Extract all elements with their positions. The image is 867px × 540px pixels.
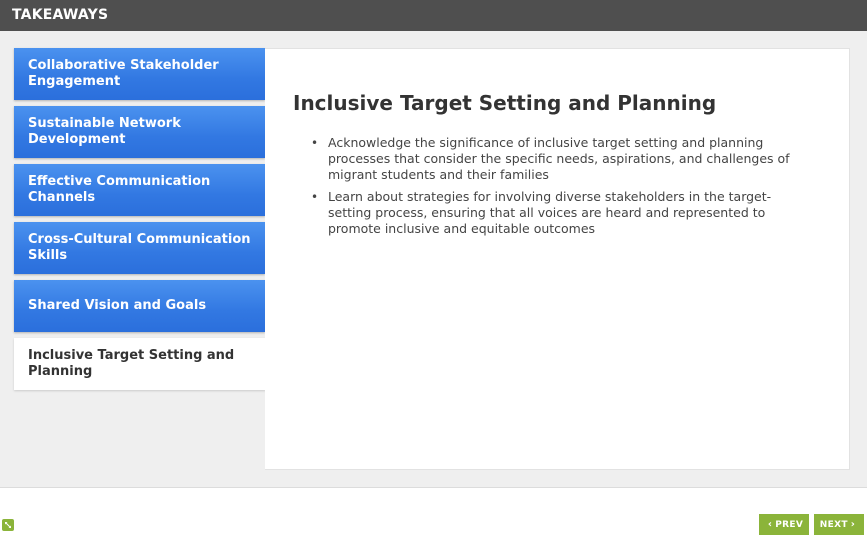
chevron-left-icon: ‹ (767, 519, 773, 530)
resize-icon[interactable] (2, 519, 14, 531)
bullet-icon: • (311, 190, 319, 204)
tab-effective-communication-channels[interactable]: Effective Communication Channels (14, 164, 265, 216)
tab-cross-cultural-communication-skills[interactable]: Cross-Cultural Communication Skills (14, 222, 265, 274)
tab-label: Shared Vision and Goals (28, 298, 207, 313)
tab-collaborative-stakeholder-engagement[interactable]: Collaborative Stakeholder Engagement (14, 48, 265, 100)
tab-shared-vision-and-goals[interactable]: Shared Vision and Goals (14, 280, 265, 332)
tab-sustainable-network-development[interactable]: Sustainable Network Development (14, 106, 265, 158)
bullet-list: • Acknowledge the significance of inclus… (311, 135, 811, 243)
content-panel: Inclusive Target Setting and Planning • … (265, 48, 850, 470)
bullet-icon: • (311, 136, 319, 150)
page-header: TAKEAWAYS (0, 0, 867, 31)
tab-label: Cross-Cultural Communication Skills (28, 232, 251, 263)
tab-label: Collaborative Stakeholder Engagement (28, 58, 219, 89)
next-button[interactable]: NEXT › (814, 514, 864, 535)
list-item: • Learn about strategies for involving d… (311, 189, 811, 237)
content-stage: Collaborative Stakeholder Engagement Sus… (0, 31, 867, 488)
list-item: • Acknowledge the significance of inclus… (311, 135, 811, 183)
panel-title: Inclusive Target Setting and Planning (293, 91, 717, 115)
prev-button[interactable]: ‹ PREV (759, 514, 809, 535)
next-label: NEXT (819, 519, 848, 530)
tab-label: Sustainable Network Development (28, 116, 181, 147)
header-title: TAKEAWAYS (12, 7, 109, 23)
chevron-right-icon: › (850, 519, 856, 530)
prev-label: PREV (775, 519, 804, 530)
tab-list: Collaborative Stakeholder Engagement Sus… (14, 48, 266, 396)
bullet-text: Acknowledge the significance of inclusiv… (328, 135, 790, 182)
tab-label: Inclusive Target Setting and Planning (28, 348, 235, 379)
bullet-text: Learn about strategies for involving div… (328, 189, 772, 236)
tab-inclusive-target-setting-and-planning[interactable]: Inclusive Target Setting and Planning (14, 338, 266, 390)
tab-label: Effective Communication Channels (28, 174, 211, 205)
